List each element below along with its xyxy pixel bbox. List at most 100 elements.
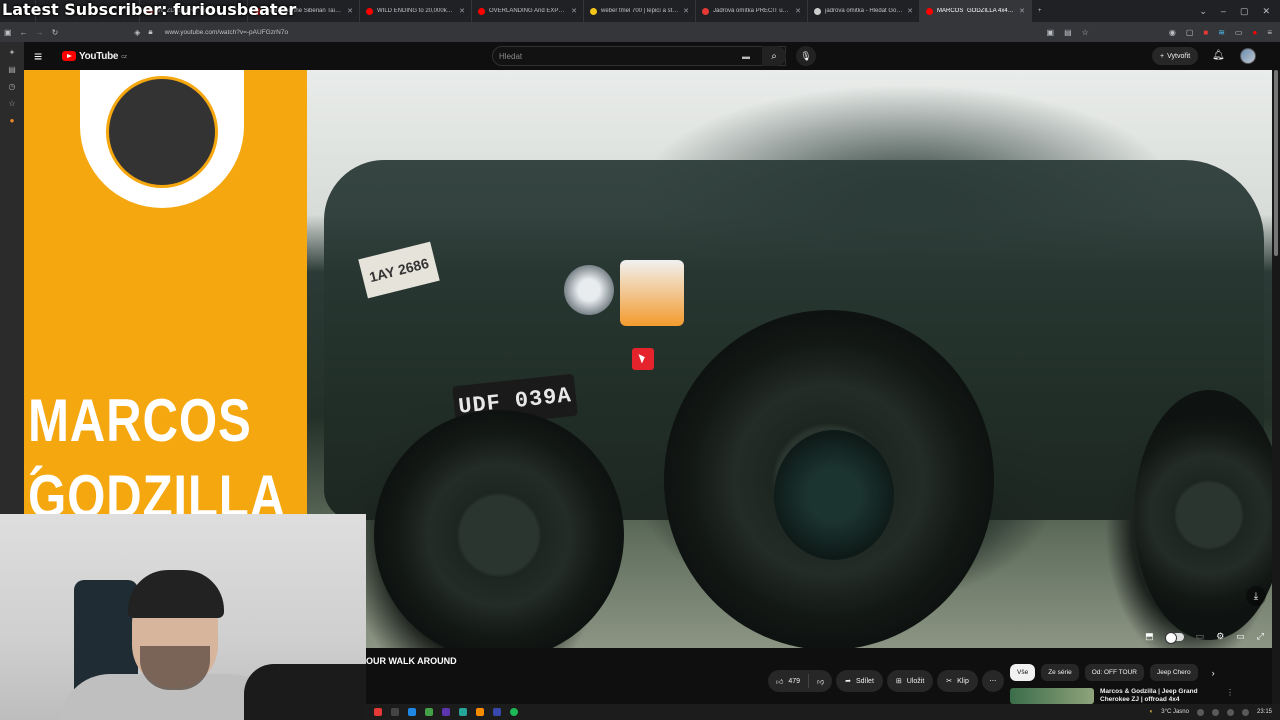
share-icon: ➦ <box>845 678 851 685</box>
video-info: OUR WALK AROUND 👍︎ 479 👎︎ ➦ Sdílet ⊞ Ulo… <box>366 648 1272 704</box>
browser-tab[interactable]: OVERLANDING And EXPLORIN✕ <box>472 0 584 22</box>
browser-icon[interactable] <box>476 708 484 716</box>
minimize-icon[interactable]: – <box>1221 6 1226 17</box>
url-field[interactable]: www.youtube.com/watch?v=-pAUFGzrN7o <box>165 29 288 36</box>
chip-channel[interactable]: Od: OFF TOUR <box>1084 664 1144 681</box>
scrollbar-thumb[interactable] <box>1274 70 1278 256</box>
recommended-title[interactable]: Marcos & Godzilla | Jeep Grand Cherokee … <box>1100 688 1220 704</box>
subtitles-icon[interactable]: ▭ <box>1196 631 1205 642</box>
more-icon: ⋯ <box>989 678 997 685</box>
notifications-bell-icon[interactable]: 🔔︎ <box>1212 50 1225 61</box>
app-icon[interactable] <box>459 708 467 716</box>
chip-series[interactable]: Ze série <box>1041 664 1079 681</box>
history-icon[interactable]: ◷ <box>9 82 16 91</box>
chip-topic[interactable]: Jeep Chero <box>1149 664 1198 681</box>
extension-icon[interactable]: ▭ <box>1235 28 1243 37</box>
extension-icon[interactable]: ● <box>1252 28 1257 37</box>
plus-icon: + <box>1160 52 1165 60</box>
close-tab-icon[interactable]: ✕ <box>795 7 801 15</box>
recommended-thumbnail[interactable] <box>1010 688 1094 704</box>
wallet-icon[interactable]: ● <box>10 116 15 125</box>
kebab-menu-icon[interactable]: ⋮ <box>1226 688 1234 704</box>
autoplay-toggle[interactable] <box>1164 631 1184 644</box>
chip-all[interactable]: Vše <box>1010 664 1036 681</box>
page-scrollbar[interactable] <box>1272 70 1280 704</box>
save-button[interactable]: ⊞ Uložit <box>886 670 934 692</box>
recommended-video[interactable]: Marcos & Godzilla | Jeep Grand Cherokee … <box>1010 688 1234 704</box>
tray-icon[interactable] <box>1211 708 1219 716</box>
close-tab-icon[interactable]: ✕ <box>347 7 353 15</box>
keyboard-icon[interactable]: ▬ <box>742 52 750 61</box>
shield-icon[interactable]: ◈ <box>134 28 140 37</box>
player-controls: ⬒ ▭ ⚙ ▭ ⤢ <box>1145 631 1264 644</box>
create-button[interactable]: + Vytvořit <box>1152 47 1199 65</box>
close-tab-icon[interactable]: ✕ <box>571 7 577 15</box>
webcam-overlay <box>0 514 366 720</box>
close-tab-icon[interactable]: ✕ <box>683 7 689 15</box>
stream-overlay-text: Latest Subscriber: furiousbeater <box>2 0 297 19</box>
hamburger-menu-icon[interactable]: ≡ <box>34 48 54 64</box>
bookmark-star-icon[interactable]: ☆ <box>1082 28 1089 37</box>
youtube-logo[interactable]: YouTube CZ <box>62 51 127 62</box>
microphone-icon: 🎙︎ <box>800 50 812 61</box>
account-avatar[interactable] <box>1240 48 1256 64</box>
theater-mode-icon[interactable]: ▭ <box>1236 631 1245 642</box>
discord-icon[interactable] <box>493 708 501 716</box>
new-tab-button[interactable]: + <box>1032 0 1052 22</box>
like-dislike-group: 👍︎ 479 👎︎ <box>768 670 833 692</box>
wallet-icon[interactable]: ▢ <box>1186 28 1194 37</box>
recommendation-chips: Vše Ze série Od: OFF TOUR Jeep Chero › <box>1010 664 1215 681</box>
restore-icon[interactable]: ▢ <box>1240 6 1249 17</box>
more-actions-button[interactable]: ⋯ <box>981 670 1004 692</box>
tray-icon[interactable] <box>1196 708 1204 716</box>
app-icon[interactable] <box>442 708 450 716</box>
bookmarks-icon[interactable]: ☆ <box>8 99 15 108</box>
jeep-headlight <box>564 265 614 315</box>
fullscreen-icon[interactable]: ⤢ <box>1257 631 1264 642</box>
screenshot-icon[interactable]: ▣ <box>1047 28 1055 37</box>
voice-search-button[interactable]: 🎙︎ <box>796 46 816 66</box>
download-icon[interactable]: ⤓ <box>1246 586 1266 606</box>
settings-gear-icon[interactable]: ⚙ <box>1216 631 1224 642</box>
browser-tab-active[interactable]: MARCOS´ GODZILLA 4x4 11"lift ✕ <box>920 0 1032 22</box>
spotify-icon[interactable] <box>510 708 518 716</box>
ai-icon[interactable]: ✦ <box>9 48 16 57</box>
tray-icon[interactable] <box>1226 708 1234 716</box>
close-tab-icon[interactable]: ✕ <box>907 7 913 15</box>
browser-tab[interactable]: WILD ENDING to 20,000km Fro ✕ <box>360 0 472 22</box>
pip-icon[interactable]: ▤ <box>1064 28 1072 37</box>
forward-icon[interactable]: → <box>36 28 44 37</box>
thumbs-up-icon: 👍︎ <box>776 678 784 686</box>
reading-list-icon[interactable]: ▤ <box>8 65 16 74</box>
mini-player-icon[interactable]: ⬒ <box>1145 631 1154 642</box>
brave-icon[interactable] <box>374 708 382 716</box>
clock[interactable]: 23:15 <box>1257 709 1272 715</box>
sidebar-toggle-icon[interactable]: ▣ <box>4 28 12 37</box>
video-title: OUR WALK AROUND <box>366 656 457 666</box>
search-button[interactable]: ⌕ <box>762 46 786 66</box>
close-window-icon[interactable]: ✕ <box>1262 6 1270 17</box>
extension-icon[interactable]: ■ <box>1203 28 1208 37</box>
dislike-button[interactable]: 👎︎ <box>809 670 832 692</box>
excel-icon[interactable] <box>425 708 433 716</box>
vpn-icon[interactable]: ◉ <box>1169 28 1176 37</box>
browser-tab[interactable]: Jádrová omítka PRECIT univerzá✕ <box>696 0 808 22</box>
extension-icon[interactable]: ≋ <box>1218 28 1225 37</box>
browser-tab[interactable]: weber tmel 700 | lepicí a stěrko ✕ <box>584 0 696 22</box>
tray-icon[interactable] <box>1241 708 1249 716</box>
back-icon[interactable]: ← <box>20 28 28 37</box>
share-button[interactable]: ➦ Sdílet <box>836 670 883 692</box>
browser-tab[interactable]: jadrova omitka - Hledat Googl ✕ <box>808 0 920 22</box>
close-tab-icon[interactable]: ✕ <box>1019 7 1025 15</box>
reload-icon[interactable]: ↻ <box>52 28 59 37</box>
terminal-icon[interactable] <box>391 708 399 716</box>
chevron-right-icon[interactable]: › <box>1212 668 1215 678</box>
lock-icon: 🔒︎ <box>148 27 153 36</box>
clip-button[interactable]: ✂ Klip <box>937 670 978 692</box>
like-button[interactable]: 👍︎ 479 <box>768 670 808 692</box>
close-tab-icon[interactable]: ✕ <box>459 7 465 15</box>
menu-icon[interactable]: ≡ <box>1267 28 1272 37</box>
app-icon[interactable] <box>408 708 416 716</box>
tab-search-icon[interactable]: ⌄ <box>1199 6 1207 17</box>
youtube-favicon-icon <box>366 7 373 15</box>
